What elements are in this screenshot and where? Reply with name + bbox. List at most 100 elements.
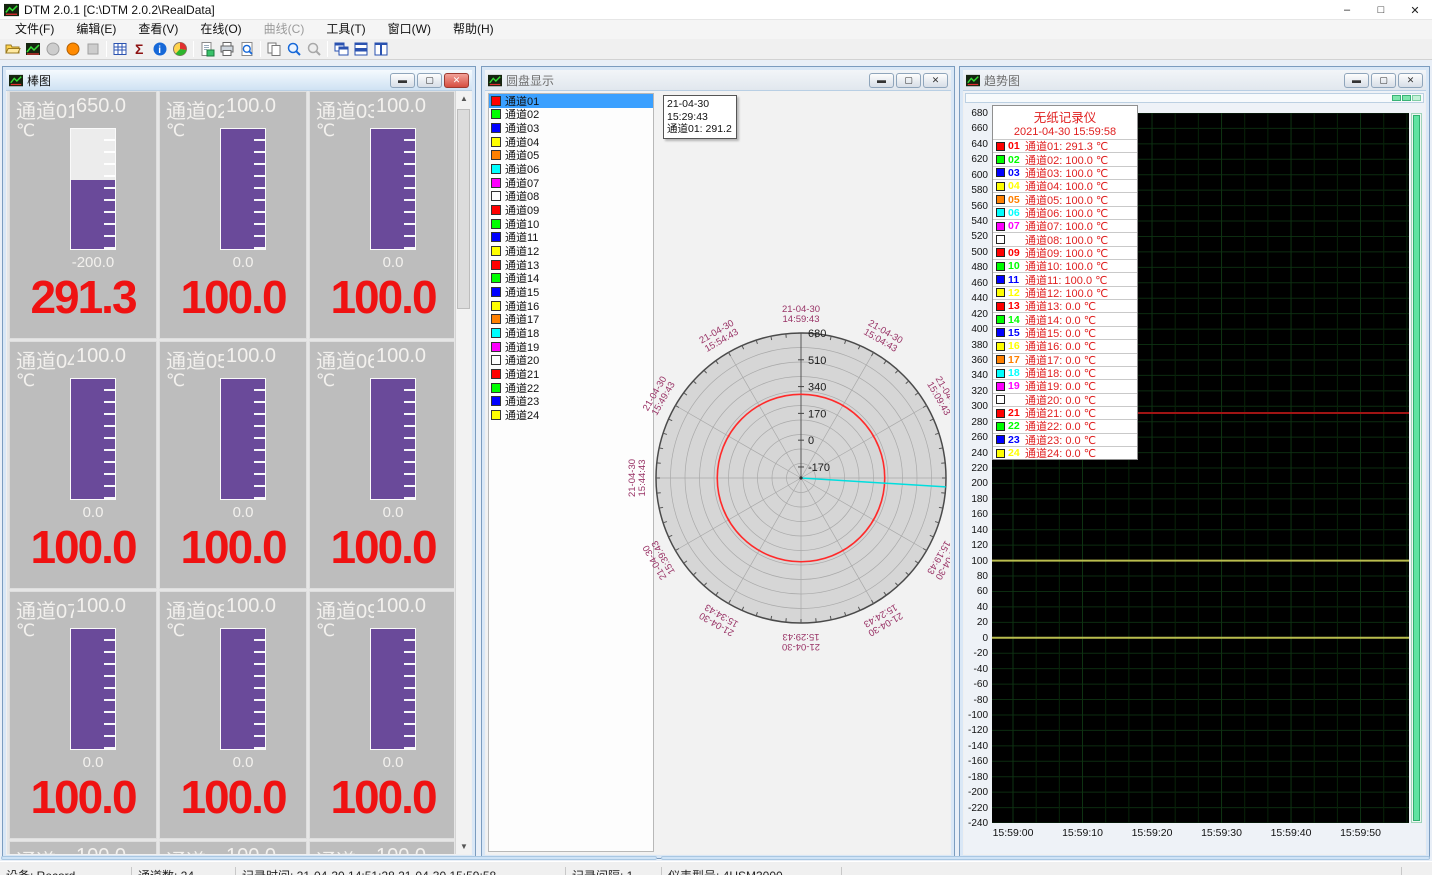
menu-curve[interactable]: 曲线(C) — [253, 20, 316, 39]
gauge-range-max: 100.0 — [376, 595, 426, 618]
cascade-icon[interactable] — [331, 40, 351, 58]
menu-help[interactable]: 帮助(H) — [442, 20, 505, 39]
gauge-bar-ticks — [404, 129, 415, 249]
bar-window-title-bar[interactable]: 棒图 ▬ ▢ ✕ — [6, 70, 472, 91]
svg-text:21-04-3015:44:43: 21-04-3015:44:43 — [627, 459, 648, 497]
legend-row: 23通道23: 0.0 ℃ — [993, 433, 1137, 446]
gauge-value: 100.0 — [10, 770, 156, 824]
y-axis-tick-label: -160 — [964, 756, 988, 767]
legend-color-swatch — [996, 449, 1005, 458]
trend-window-minimize-button[interactable]: ▬ — [1344, 73, 1369, 88]
legend-channel-value: 通道24: 0.0 ℃ — [1025, 445, 1096, 461]
hscroll-thumb[interactable] — [1392, 95, 1401, 101]
pause-off-icon[interactable] — [43, 40, 63, 58]
gauge-unit: ℃ — [316, 121, 335, 141]
bar-window-close-button[interactable]: ✕ — [444, 73, 469, 88]
menu-edit[interactable]: 编辑(E) — [65, 20, 127, 39]
legend-channel-number: 20 — [1008, 394, 1025, 406]
gauge-range-max: 100.0 — [226, 845, 276, 854]
app-close-button[interactable]: ✕ — [1398, 0, 1432, 20]
legend-channel-number: 11 — [1008, 274, 1025, 286]
y-axis-tick-label: 460 — [964, 278, 988, 289]
export-icon[interactable] — [197, 40, 217, 58]
trend-window-restore-button[interactable]: ▢ — [1371, 73, 1396, 88]
gauge-unit: ℃ — [166, 621, 185, 641]
hscroll-arrow-left-icon[interactable] — [1402, 95, 1411, 101]
toolbar-separator — [327, 41, 328, 57]
legend-title: 无纸记录仪 — [993, 106, 1137, 126]
legend-row: 02通道02: 100.0 ℃ — [993, 152, 1137, 165]
table-icon[interactable] — [110, 40, 130, 58]
gauge-value: 100.0 — [310, 270, 454, 324]
app-minimize-button[interactable]: – — [1330, 0, 1364, 20]
trend-vscroll-thumb[interactable] — [1413, 115, 1420, 821]
gauge-bar-ticks — [104, 629, 115, 749]
bar-window-minimize-button[interactable]: ▬ — [390, 73, 415, 88]
x-axis-tick-label: 15:59:50 — [1333, 827, 1389, 839]
y-axis-tick-label: 580 — [964, 185, 988, 196]
preview-icon[interactable] — [237, 40, 257, 58]
realtime-icon[interactable] — [23, 40, 43, 58]
gauge-range-max: 100.0 — [226, 595, 276, 618]
y-axis-tick-label: 60 — [964, 586, 988, 597]
polar-chart: -170017034051068021-04-3014:59:4321-04-3… — [486, 91, 950, 854]
disc-window-content: 通道01通道02通道03通道04通道05通道06通道07通道08通道09通道10… — [486, 91, 950, 854]
print-icon[interactable] — [217, 40, 237, 58]
open-icon[interactable] — [3, 40, 23, 58]
menu-file[interactable]: 文件(F) — [4, 20, 65, 39]
scroll-up-icon[interactable]: ▲ — [456, 91, 471, 106]
gauge-range-min: 0.0 — [193, 254, 293, 271]
legend-row: 15通道15: 0.0 ℃ — [993, 326, 1137, 339]
app-title-bar[interactable]: DTM 2.0.1 [C:\DTM 2.0.2\RealData] — [0, 0, 1432, 20]
menu-bar: 文件(F)编辑(E)查看(V)在线(O)曲线(C)工具(T)窗口(W)帮助(H) — [0, 20, 1432, 39]
trend-window-close-button[interactable]: ✕ — [1398, 73, 1423, 88]
menu-tools[interactable]: 工具(T) — [315, 20, 376, 39]
gauge-value: 100.0 — [310, 770, 454, 824]
legend-color-swatch — [996, 288, 1005, 297]
bar-window-scrollbar[interactable]: ▲ ▼ — [455, 91, 471, 854]
menu-view[interactable]: 查看(V) — [127, 20, 189, 39]
bar-window-restore-button[interactable]: ▢ — [417, 73, 442, 88]
disc-window-close-button[interactable]: ✕ — [923, 73, 948, 88]
tooltip-value: 通道01: 291.2 — [667, 123, 733, 136]
hscroll-arrow-right-icon[interactable] — [1412, 95, 1421, 101]
disc-window-restore-button[interactable]: ▢ — [896, 73, 921, 88]
mdi-hscrollbar-track[interactable] — [661, 856, 1430, 860]
svg-text:340: 340 — [808, 382, 826, 394]
sum-icon[interactable]: Σ — [130, 40, 150, 58]
x-axis-tick-label: 15:59:00 — [985, 827, 1041, 839]
x-axis-tick-label: 15:59:10 — [1055, 827, 1111, 839]
menu-online[interactable]: 在线(O) — [189, 20, 252, 39]
zoom-icon[interactable] — [284, 40, 304, 58]
record-icon[interactable] — [63, 40, 83, 58]
zoom-off-icon[interactable] — [304, 40, 324, 58]
gauge-range-max: 100.0 — [76, 845, 126, 854]
y-axis-tick-label: 300 — [964, 401, 988, 412]
trend-vscrollbar[interactable] — [1411, 113, 1422, 823]
legend-row: 20通道20: 0.0 ℃ — [993, 393, 1137, 406]
scroll-down-icon[interactable]: ▼ — [456, 839, 471, 854]
bar-gauge-cell: 通道05100.0℃0.0100.0 — [159, 341, 307, 589]
tile-h-icon[interactable] — [351, 40, 371, 58]
gauge-range-max: 100.0 — [376, 845, 426, 854]
info-icon[interactable]: i — [150, 40, 170, 58]
legend-channel-number: 07 — [1008, 220, 1025, 232]
gauge-bar-track — [370, 628, 416, 750]
copy-icon[interactable] — [264, 40, 284, 58]
legend-row: 09通道09: 100.0 ℃ — [993, 246, 1137, 259]
app-maximize-button[interactable]: □ — [1364, 0, 1398, 20]
status-bar: 设备: Record通道数: 24记录时间: 21-04-30 14:51:28… — [0, 861, 1432, 875]
trend-hscrollbar[interactable] — [965, 93, 1424, 103]
mdi-hscrollbar-thumb[interactable] — [1, 856, 657, 860]
tile-v-icon[interactable] — [371, 40, 391, 58]
disc-window-minimize-button[interactable]: ▬ — [869, 73, 894, 88]
pie-icon[interactable] — [170, 40, 190, 58]
y-axis-tick-label: 420 — [964, 309, 988, 320]
stop-off-icon[interactable] — [83, 40, 103, 58]
disc-window-title-bar[interactable]: 圆盘显示 ▬ ▢ ✕ — [485, 70, 951, 91]
menu-window[interactable]: 窗口(W) — [377, 20, 442, 39]
bar-scroll-thumb[interactable] — [457, 109, 470, 309]
bar-gauge-cell: 通道12100.0℃0.0100.0 — [309, 841, 454, 854]
y-axis-tick-label: 260 — [964, 432, 988, 443]
trend-window-title-bar[interactable]: 趋势图 ▬ ▢ ✕ — [963, 70, 1426, 91]
